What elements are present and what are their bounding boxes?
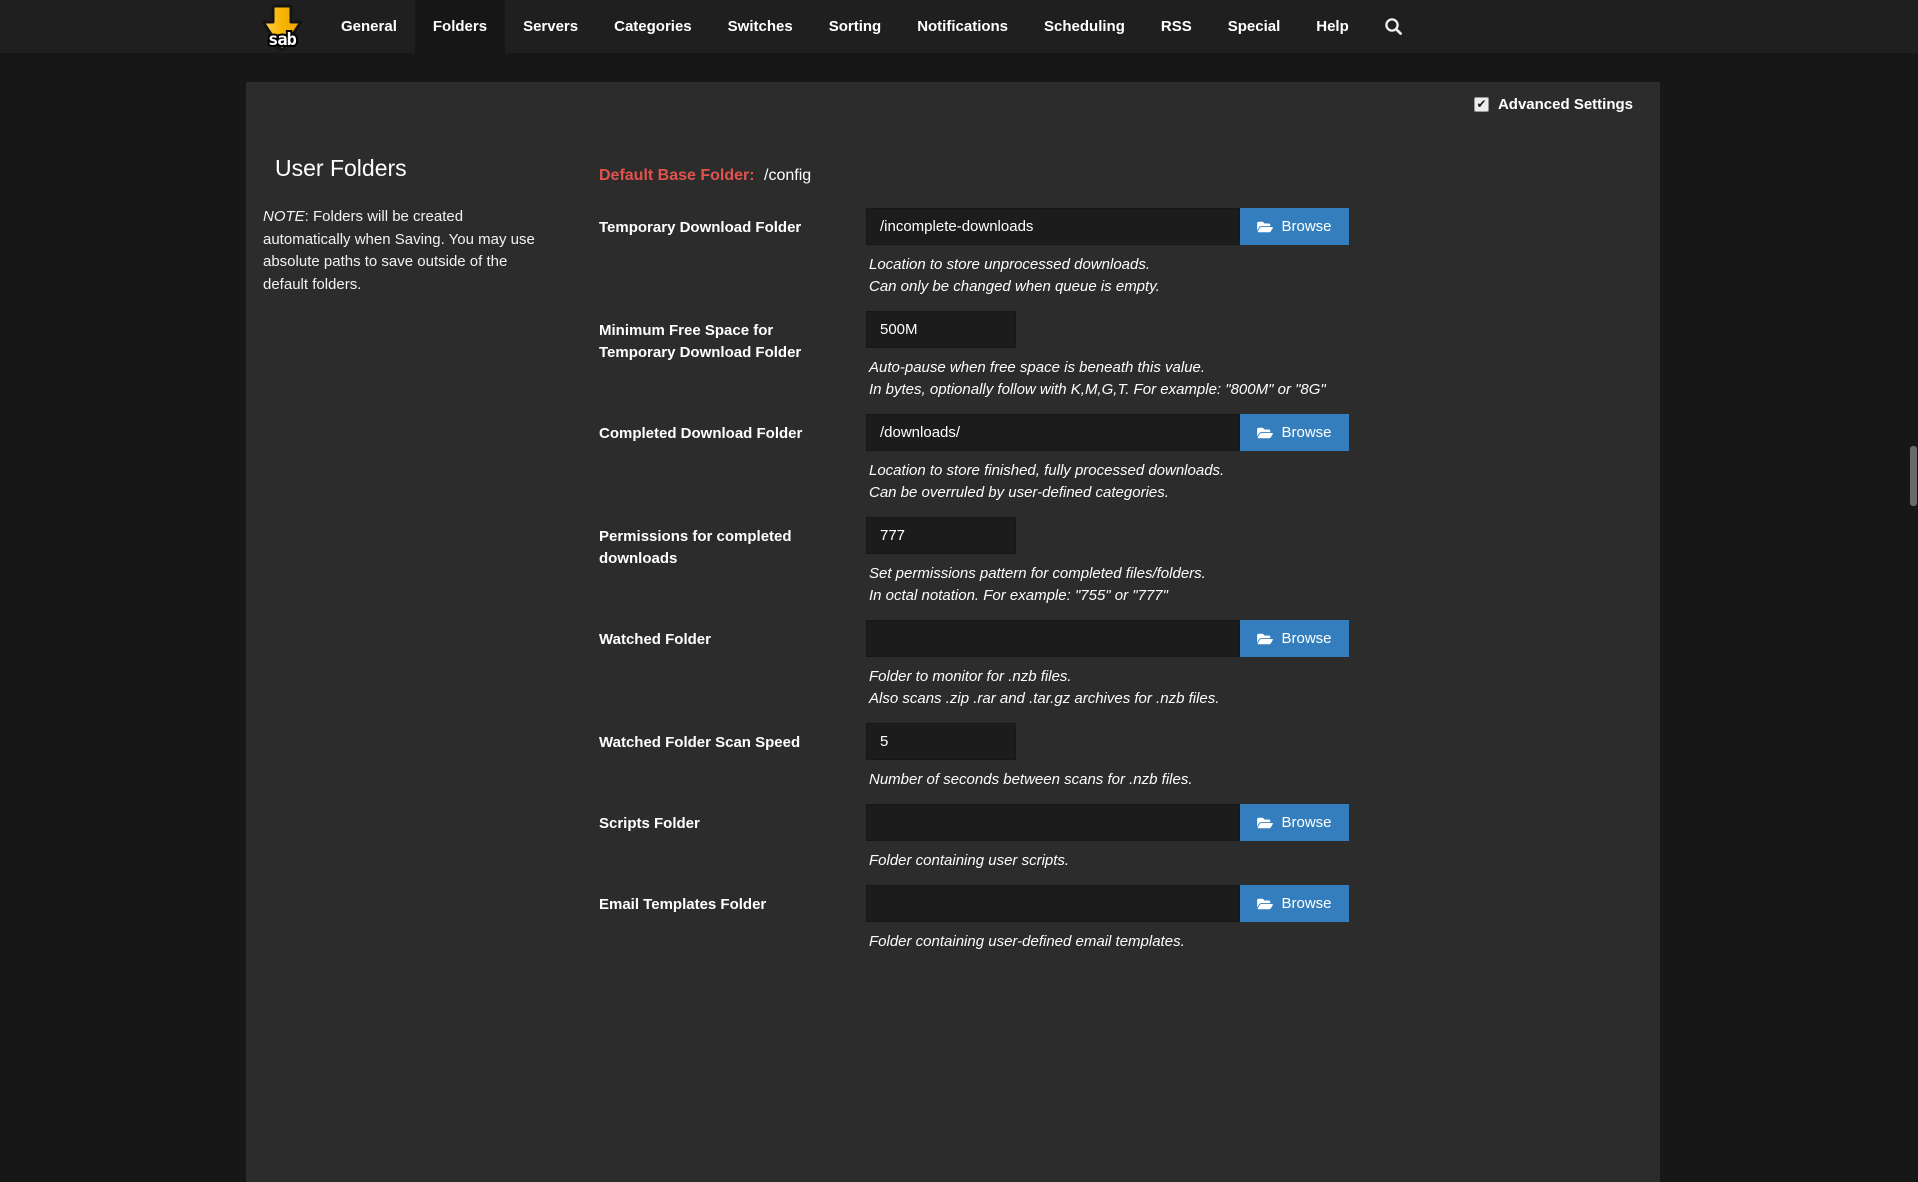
help-line: In octal notation. For example: "755" or… — [869, 585, 1619, 607]
nav-item-rss[interactable]: RSS — [1143, 0, 1210, 53]
email-templates-folder-input[interactable] — [866, 885, 1240, 922]
field-label: Email Templates Folder — [599, 885, 866, 953]
search-button[interactable] — [1367, 0, 1420, 53]
field-label: Completed Download Folder — [599, 414, 866, 504]
advanced-settings-checkbox[interactable]: ✔ — [1474, 97, 1489, 112]
field-label: Watched Folder Scan Speed — [599, 723, 866, 791]
help-line: Location to store unprocessed downloads. — [869, 254, 1619, 276]
browse-label: Browse — [1281, 424, 1331, 441]
nav-item-scheduling[interactable]: Scheduling — [1026, 0, 1143, 53]
nav-item-switches[interactable]: Switches — [710, 0, 811, 53]
help-line: Set permissions pattern for completed fi… — [869, 563, 1619, 585]
field-row-temporary-download-folder: Temporary Download Folder Browse Locatio… — [599, 208, 1619, 298]
nav-item-special[interactable]: Special — [1210, 0, 1299, 53]
field-row-watched-folder: Watched Folder Browse Folder to monitor … — [599, 620, 1619, 710]
config-panel: ✔ Advanced Settings User Folders NOTE: F… — [246, 82, 1660, 1182]
help-line: Folder containing user scripts. — [869, 850, 1619, 872]
field-row-scan-speed: Watched Folder Scan Speed Number of seco… — [599, 723, 1619, 791]
browse-label: Browse — [1281, 895, 1331, 912]
minimum-free-space-input[interactable] — [866, 311, 1016, 348]
note-text: : Folders will be created automatically … — [263, 208, 535, 293]
search-icon — [1384, 17, 1403, 36]
browse-button[interactable]: Browse — [1240, 804, 1349, 841]
nav-menu: General Folders Servers Categories Switc… — [323, 0, 1420, 53]
browse-label: Browse — [1281, 218, 1331, 235]
help-line: In bytes, optionally follow with K,M,G,T… — [869, 379, 1619, 401]
field-row-permissions: Permissions for completed downloads Set … — [599, 517, 1619, 607]
top-navbar: sab General Folders Servers Categories S… — [0, 0, 1918, 53]
help-line: Can only be changed when queue is empty. — [869, 276, 1619, 298]
watched-folder-input[interactable] — [866, 620, 1240, 657]
help-line: Number of seconds between scans for .nzb… — [869, 769, 1619, 791]
folder-open-icon — [1257, 816, 1273, 830]
nav-item-help[interactable]: Help — [1298, 0, 1367, 53]
nav-item-categories[interactable]: Categories — [596, 0, 710, 53]
folder-open-icon — [1257, 426, 1273, 440]
help-line: Auto-pause when free space is beneath th… — [869, 357, 1619, 379]
browse-label: Browse — [1281, 814, 1331, 831]
svg-text:sab: sab — [268, 30, 296, 50]
folder-open-icon — [1257, 220, 1273, 234]
nav-item-sorting[interactable]: Sorting — [811, 0, 900, 53]
nav-item-folders[interactable]: Folders — [415, 0, 505, 53]
field-row-scripts-folder: Scripts Folder Browse Folder containing … — [599, 804, 1619, 872]
help-line: Folder to monitor for .nzb files. — [869, 666, 1619, 688]
nav-item-notifications[interactable]: Notifications — [899, 0, 1026, 53]
field-label: Scripts Folder — [599, 804, 866, 872]
browse-button[interactable]: Browse — [1240, 208, 1349, 245]
scan-speed-input[interactable] — [866, 723, 1016, 760]
browse-label: Browse — [1281, 630, 1331, 647]
sabnzbd-logo[interactable]: sab — [258, 0, 306, 53]
temporary-download-folder-input[interactable] — [866, 208, 1240, 245]
note-word: NOTE — [263, 208, 305, 225]
folder-open-icon — [1257, 897, 1273, 911]
browse-button[interactable]: Browse — [1240, 885, 1349, 922]
field-row-completed-download-folder: Completed Download Folder Browse Locatio… — [599, 414, 1619, 504]
folder-open-icon — [1257, 632, 1273, 646]
help-line: Folder containing user-defined email tem… — [869, 931, 1619, 953]
help-line: Also scans .zip .rar and .tar.gz archive… — [869, 688, 1619, 710]
field-row-minimum-free-space: Minimum Free Space for Temporary Downloa… — [599, 311, 1619, 401]
help-line: Location to store finished, fully proces… — [869, 460, 1619, 482]
field-label: Permissions for completed downloads — [599, 517, 866, 607]
default-base-folder-value: /config — [764, 167, 811, 184]
browse-button[interactable]: Browse — [1240, 620, 1349, 657]
field-label: Watched Folder — [599, 620, 866, 710]
nav-item-servers[interactable]: Servers — [505, 0, 596, 53]
section-note: NOTE: Folders will be created automatica… — [263, 206, 541, 296]
help-line: Can be overruled by user-defined categor… — [869, 482, 1619, 504]
section-intro: User Folders NOTE: Folders will be creat… — [263, 155, 555, 296]
field-label: Temporary Download Folder — [599, 208, 866, 298]
advanced-settings-label: Advanced Settings — [1498, 96, 1633, 113]
completed-download-folder-input[interactable] — [866, 414, 1240, 451]
default-base-folder-line: Default Base Folder: /config — [599, 167, 1619, 189]
page-title: User Folders — [275, 155, 555, 182]
folders-form: Default Base Folder: /config Temporary D… — [599, 167, 1619, 966]
browse-button[interactable]: Browse — [1240, 414, 1349, 451]
nav-item-general[interactable]: General — [323, 0, 415, 53]
field-row-email-templates-folder: Email Templates Folder Browse Folder con… — [599, 885, 1619, 953]
advanced-settings-toggle: ✔ Advanced Settings — [1474, 96, 1633, 113]
permissions-input[interactable] — [866, 517, 1016, 554]
default-base-folder-label: Default Base Folder: — [599, 167, 755, 184]
scripts-folder-input[interactable] — [866, 804, 1240, 841]
sab-arrow-icon: sab — [258, 3, 306, 51]
scrollbar-thumb[interactable] — [1910, 446, 1917, 506]
field-label: Minimum Free Space for Temporary Downloa… — [599, 311, 866, 401]
